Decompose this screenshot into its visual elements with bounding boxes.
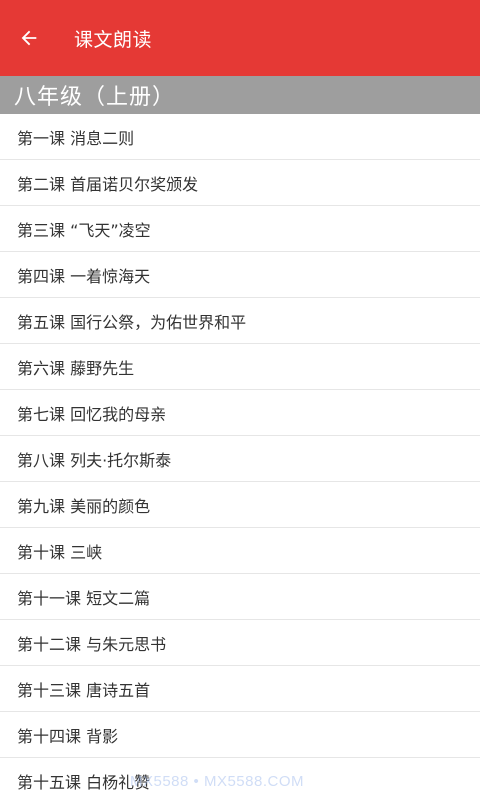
lesson-item[interactable]: 第五课 国行公祭，为佑世界和平 bbox=[0, 298, 480, 344]
lesson-item[interactable]: 第二课 首届诺贝尔奖颁发 bbox=[0, 160, 480, 206]
section-header-grade: 八年级（上册） bbox=[0, 76, 480, 114]
lesson-item[interactable]: 第十五课 白杨礼赞 bbox=[0, 758, 480, 800]
back-button[interactable] bbox=[14, 23, 44, 53]
toolbar: 课文朗读 bbox=[0, 0, 480, 76]
lesson-item[interactable]: 第十四课 背影 bbox=[0, 712, 480, 758]
lesson-item[interactable]: 第六课 藤野先生 bbox=[0, 344, 480, 390]
lesson-item[interactable]: 第八课 列夫·托尔斯泰 bbox=[0, 436, 480, 482]
arrow-left-icon bbox=[21, 30, 37, 46]
lesson-item[interactable]: 第四课 一着惊海天 bbox=[0, 252, 480, 298]
lesson-item[interactable]: 第三课 “飞天”凌空 bbox=[0, 206, 480, 252]
lesson-item[interactable]: 第十三课 唐诗五首 bbox=[0, 666, 480, 712]
lesson-item[interactable]: 第十一课 短文二篇 bbox=[0, 574, 480, 620]
lesson-item[interactable]: 第九课 美丽的颜色 bbox=[0, 482, 480, 528]
lesson-item[interactable]: 第七课 回忆我的母亲 bbox=[0, 390, 480, 436]
lesson-item[interactable]: 第十二课 与朱元思书 bbox=[0, 620, 480, 666]
lesson-item[interactable]: 第一课 消息二则 bbox=[0, 114, 480, 160]
app-window: 课文朗读 八年级（上册） 第一课 消息二则 第二课 首届诺贝尔奖颁发 第三课 “… bbox=[0, 0, 480, 800]
lesson-list: 第一课 消息二则 第二课 首届诺贝尔奖颁发 第三课 “飞天”凌空 第四课 一着惊… bbox=[0, 114, 480, 800]
page-title: 课文朗读 bbox=[74, 28, 153, 51]
lesson-item[interactable]: 第十课 三峡 bbox=[0, 528, 480, 574]
